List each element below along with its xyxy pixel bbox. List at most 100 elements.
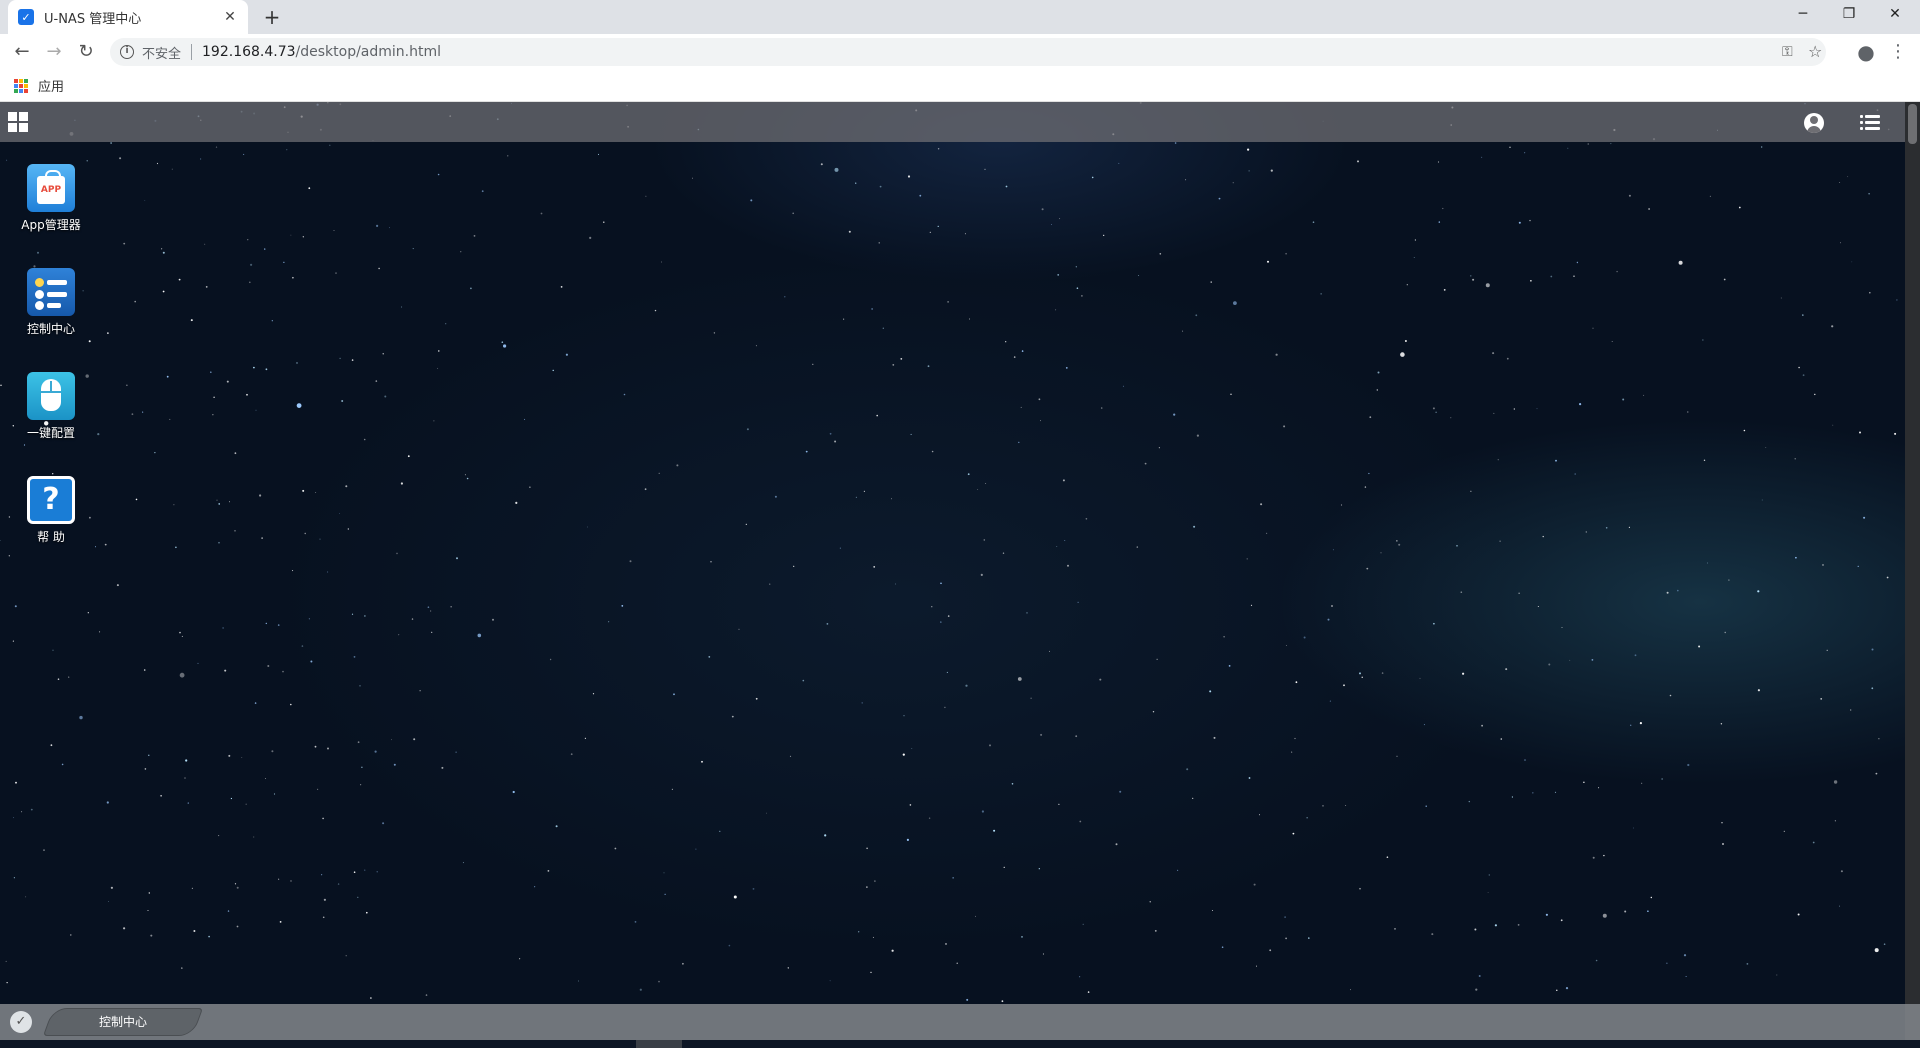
star	[1152, 711, 1155, 713]
star	[1357, 160, 1359, 163]
star-icon[interactable]: ☆	[1808, 38, 1822, 66]
star	[466, 477, 469, 480]
star	[826, 623, 829, 625]
star	[944, 706, 946, 709]
minimize-button[interactable]: ─	[1780, 0, 1826, 28]
star	[430, 610, 432, 612]
apps-grid-dot	[24, 88, 28, 93]
key-icon[interactable]: ⚿	[1782, 38, 1793, 66]
desktop-icon-help[interactable]: ? 帮 助	[14, 476, 88, 545]
start-logo-icon[interactable]: ✓	[10, 1011, 32, 1033]
star	[243, 153, 245, 155]
star	[879, 185, 882, 188]
star	[1332, 549, 1334, 551]
star	[181, 967, 183, 969]
taskbar-item-control-center[interactable]: 控制中心	[48, 1008, 198, 1036]
desktop-icon-control-center[interactable]: 控制中心	[14, 268, 88, 337]
restore-button[interactable]: ❐	[1826, 0, 1872, 28]
star	[1524, 152, 1526, 154]
star	[441, 766, 444, 769]
star	[1871, 648, 1874, 651]
star	[1413, 257, 1415, 258]
star	[645, 195, 647, 197]
star	[366, 911, 368, 914]
star	[1776, 974, 1778, 976]
star	[614, 847, 617, 850]
star	[1195, 314, 1198, 317]
star	[977, 489, 979, 490]
browser-menu-icon[interactable]: ⋮	[1886, 40, 1910, 64]
star	[407, 455, 410, 458]
info-icon[interactable]: i	[120, 45, 134, 59]
star	[919, 194, 922, 197]
star	[731, 715, 734, 718]
bookmark-apps[interactable]: 应用	[38, 76, 64, 95]
star	[1087, 991, 1090, 993]
profile-icon[interactable]: ●	[1854, 40, 1878, 64]
tab-u-nas[interactable]: ✓ U-NAS 管理中心 ✕	[8, 0, 248, 34]
star	[1306, 817, 1308, 819]
star	[1518, 221, 1521, 224]
star	[1518, 592, 1520, 594]
close-tab-icon[interactable]: ✕	[222, 9, 238, 25]
star	[931, 606, 933, 608]
star	[981, 810, 985, 813]
close-window-button[interactable]: ✕	[1872, 0, 1918, 28]
star	[437, 367, 439, 369]
desktop-icon-one-click-setup[interactable]: 一键配置	[14, 372, 88, 441]
user-icon[interactable]	[1804, 113, 1824, 133]
star	[200, 158, 202, 160]
star	[1283, 425, 1286, 428]
page-scrollbar[interactable]	[1905, 102, 1920, 1048]
star	[1513, 408, 1515, 410]
star	[1040, 420, 1041, 422]
star	[774, 495, 777, 498]
star	[1478, 975, 1481, 977]
star	[337, 883, 340, 885]
apps-grid-icon[interactable]	[14, 78, 28, 93]
star	[327, 571, 329, 573]
back-button[interactable]: ←	[10, 40, 34, 64]
star	[1565, 987, 1569, 990]
star	[1871, 687, 1874, 690]
star	[234, 530, 236, 532]
new-tab-button[interactable]: +	[258, 4, 286, 30]
star	[296, 403, 302, 408]
star	[1624, 910, 1627, 913]
star	[290, 703, 292, 706]
star	[1196, 434, 1199, 437]
star	[1839, 905, 1840, 907]
star	[1524, 759, 1526, 761]
app-launcher-icon[interactable]	[8, 112, 28, 132]
star	[345, 955, 347, 957]
star	[1869, 291, 1871, 294]
forward-button[interactable]: →	[42, 40, 66, 64]
star	[1056, 546, 1058, 547]
star	[315, 492, 317, 493]
star	[1091, 176, 1094, 179]
nas-desktop: APP App管理器 控制中心 一键配置 ? 帮 助 ✓ 控制中心	[0, 102, 1920, 1048]
notification-list-icon[interactable]	[1860, 114, 1880, 130]
star	[450, 606, 452, 608]
star	[1883, 943, 1886, 945]
address-bar[interactable]: i 不安全 192.168.4.73 /desktop/admin.html ⚿…	[110, 38, 1826, 66]
star	[1724, 631, 1726, 634]
star	[1628, 526, 1630, 528]
star	[1075, 266, 1077, 268]
star	[1894, 432, 1897, 435]
reload-button[interactable]: ↻	[74, 40, 98, 64]
scrollbar-thumb[interactable]	[1908, 104, 1917, 144]
star	[1728, 579, 1730, 581]
star	[1005, 185, 1008, 188]
star	[1536, 408, 1538, 410]
star	[1291, 751, 1293, 753]
address-separator	[191, 44, 193, 60]
star	[181, 635, 183, 637]
star	[603, 221, 605, 223]
desktop-icon-app-manager[interactable]: APP App管理器	[14, 164, 88, 233]
star	[1450, 417, 1452, 419]
star	[1076, 287, 1079, 289]
star	[1433, 622, 1435, 625]
star	[1468, 800, 1471, 803]
star	[1579, 403, 1582, 406]
